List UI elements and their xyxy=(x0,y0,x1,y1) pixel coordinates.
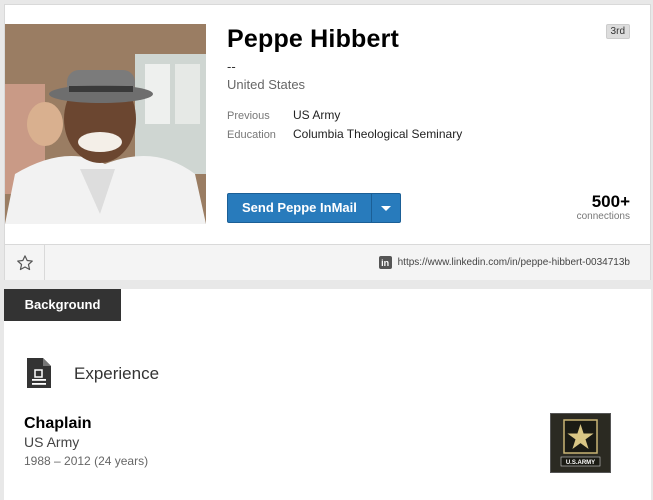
profile-location: United States xyxy=(227,77,306,92)
education-label: Education xyxy=(227,129,276,141)
previous-label: Previous xyxy=(227,110,270,122)
chevron-down-icon[interactable] xyxy=(370,194,400,222)
profile-headline: -- xyxy=(227,59,236,74)
send-inmail-label[interactable]: Send Peppe InMail xyxy=(228,194,371,222)
profile-card: Peppe Hibbert -- United States Previous U… xyxy=(4,4,651,280)
linkedin-icon: in xyxy=(378,256,392,269)
profile-name: Peppe Hibbert xyxy=(227,25,400,53)
job-company[interactable]: US Army xyxy=(24,434,79,450)
document-icon xyxy=(27,358,51,388)
profile-photo[interactable] xyxy=(5,24,206,224)
background-section: Background Experience Chaplain US Army 1… xyxy=(4,289,651,500)
connections-count: 500+ xyxy=(591,192,630,211)
previous-row: Previous US Army xyxy=(227,108,340,122)
profile-footer-bar: in https://www.linkedin.com/in/peppe-hib… xyxy=(5,244,650,280)
tab-background[interactable]: Background xyxy=(4,289,121,321)
experience-heading: Experience xyxy=(74,364,160,383)
previous-value[interactable]: US Army xyxy=(293,108,340,122)
company-logo-text: U.S.ARMY xyxy=(566,460,595,466)
profile-url[interactable]: https://www.linkedin.com/in/peppe-hibber… xyxy=(398,257,630,268)
save-profile-button[interactable] xyxy=(5,245,45,280)
connections-label: connections xyxy=(576,211,630,222)
connections-count-block: 500+ connections xyxy=(576,192,630,223)
profile-url-block: in https://www.linkedin.com/in/peppe-hib… xyxy=(378,256,630,269)
education-value[interactable]: Columbia Theological Seminary xyxy=(293,127,462,141)
star-icon xyxy=(16,254,33,270)
job-title[interactable]: Chaplain xyxy=(24,415,92,433)
company-logo[interactable]: U.S.ARMY xyxy=(550,413,611,473)
education-row: Education Columbia Theological Seminary xyxy=(227,127,462,141)
job-dates: 1988 – 2012 (24 years) xyxy=(24,454,149,468)
send-inmail-button[interactable]: Send Peppe InMail xyxy=(227,193,401,223)
connection-degree-badge: 3rd xyxy=(605,24,630,39)
